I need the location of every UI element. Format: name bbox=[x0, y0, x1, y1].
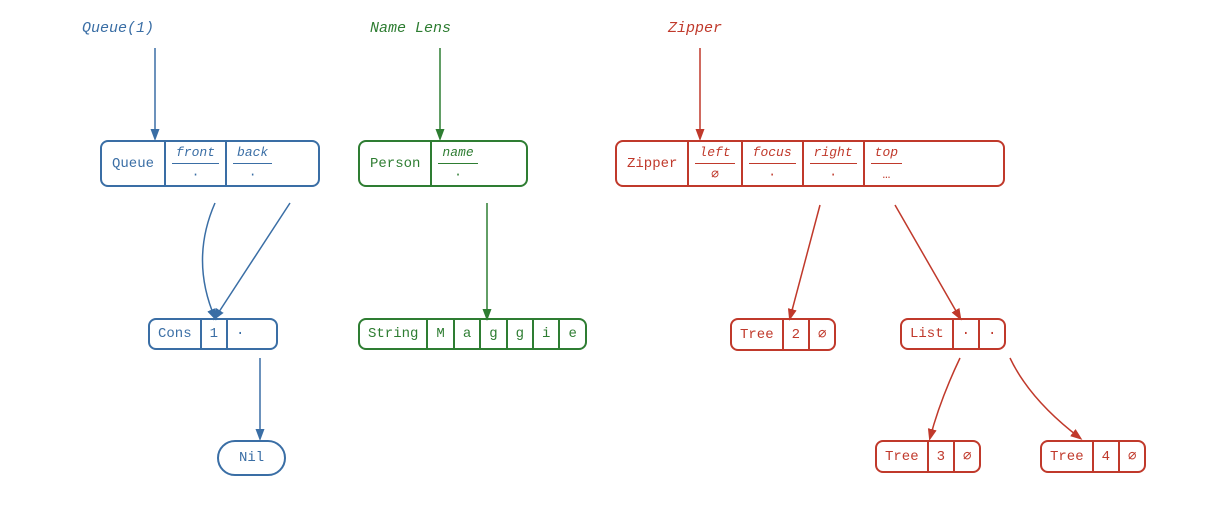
person-type-label: Person bbox=[360, 142, 430, 185]
tree3-dot: ∅ bbox=[953, 442, 979, 471]
name-value: · bbox=[438, 164, 477, 185]
tree4-label: Tree bbox=[1042, 442, 1092, 471]
cons-dot: · bbox=[226, 320, 252, 348]
char-e: e bbox=[558, 320, 584, 348]
right-header: right bbox=[810, 142, 857, 164]
top-cell: top … bbox=[863, 142, 908, 185]
right-value: · bbox=[810, 164, 857, 185]
back-cell: back · bbox=[225, 142, 278, 185]
cons-label: Cons bbox=[150, 320, 200, 348]
tree2-dot: ∅ bbox=[808, 320, 834, 349]
tree4-val: 4 bbox=[1092, 442, 1118, 471]
name-header: name bbox=[438, 142, 477, 164]
tree3-label: Tree bbox=[877, 442, 927, 471]
string-label: String bbox=[360, 320, 426, 348]
back-value: · bbox=[233, 164, 272, 185]
right-cell: right · bbox=[802, 142, 863, 185]
left-cell: left ∅ bbox=[687, 142, 740, 185]
tree2-val: 2 bbox=[782, 320, 808, 349]
char-g1: g bbox=[479, 320, 505, 348]
char-M: M bbox=[426, 320, 452, 348]
char-g2: g bbox=[506, 320, 532, 348]
queue-type-label: Queue bbox=[102, 142, 164, 185]
focus-header: focus bbox=[749, 142, 796, 164]
focus-value: · bbox=[749, 164, 796, 185]
zipper-label: Zipper bbox=[668, 20, 722, 37]
list-label: List bbox=[902, 320, 952, 348]
zipper-type-label: Zipper bbox=[617, 142, 687, 185]
nil-box: Nil bbox=[217, 440, 286, 476]
cons-val: 1 bbox=[200, 320, 226, 348]
top-value: … bbox=[871, 164, 902, 185]
queue-record-box: Queue front · back · bbox=[100, 140, 320, 187]
tree2-record-box: Tree 2 ∅ bbox=[730, 318, 836, 351]
cons-record-box: Cons 1 · bbox=[148, 318, 278, 350]
tree2-label: Tree bbox=[732, 320, 782, 349]
tree4-dot: ∅ bbox=[1118, 442, 1144, 471]
tree3-record-box: Tree 3 ∅ bbox=[875, 440, 981, 473]
front-header: front bbox=[172, 142, 219, 164]
list-dot1: · bbox=[952, 320, 978, 348]
name-lens-label: Name Lens bbox=[370, 20, 451, 37]
top-header: top bbox=[871, 142, 902, 164]
list-record-box: List · · bbox=[900, 318, 1006, 350]
list-dot2: · bbox=[978, 320, 1004, 348]
left-value: ∅ bbox=[695, 164, 734, 185]
focus-cell: focus · bbox=[741, 142, 802, 185]
char-a: a bbox=[453, 320, 479, 348]
left-header: left bbox=[695, 142, 734, 164]
string-record-box: String M a g g i e bbox=[358, 318, 587, 350]
tree3-val: 3 bbox=[927, 442, 953, 471]
front-cell: front · bbox=[164, 142, 225, 185]
zipper-record-box: Zipper left ∅ focus · right · top … bbox=[615, 140, 1005, 187]
front-value: · bbox=[172, 164, 219, 185]
person-record-box: Person name · bbox=[358, 140, 528, 187]
char-i: i bbox=[532, 320, 558, 348]
name-cell: name · bbox=[430, 142, 483, 185]
queue-label: Queue(1) bbox=[82, 20, 154, 37]
tree4-record-box: Tree 4 ∅ bbox=[1040, 440, 1146, 473]
back-header: back bbox=[233, 142, 272, 164]
